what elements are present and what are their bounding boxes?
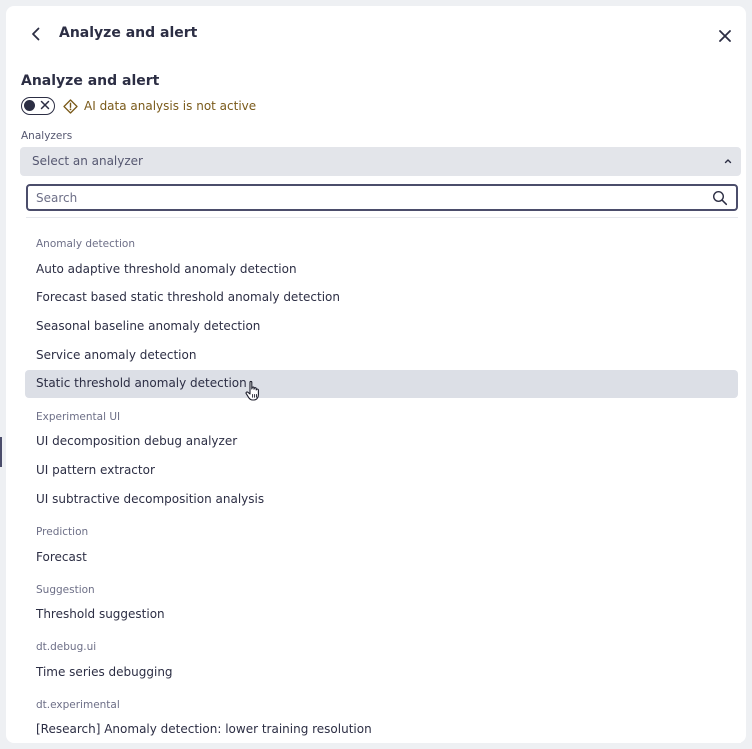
ai-analysis-toggle[interactable] bbox=[21, 97, 55, 115]
option-label: Forecast bbox=[36, 550, 87, 564]
search-input[interactable] bbox=[36, 189, 696, 207]
option-label: Seasonal baseline anomaly detection bbox=[36, 319, 261, 333]
toggle-off-x-icon bbox=[40, 100, 50, 110]
group-label-prediction: Prediction bbox=[36, 526, 89, 538]
group-label-anomaly-detection: Anomaly detection bbox=[36, 238, 135, 250]
option-label: UI decomposition debug analyzer bbox=[36, 434, 238, 448]
background-edge-marker bbox=[0, 437, 2, 467]
option-service-anomaly[interactable]: Service anomaly detection bbox=[25, 342, 738, 370]
group-label-dt-debug-ui: dt.debug.ui bbox=[36, 641, 97, 653]
search-icon bbox=[712, 190, 728, 206]
option-forecast[interactable]: Forecast bbox=[25, 544, 738, 572]
warning-diamond-icon bbox=[63, 98, 78, 114]
close-icon bbox=[719, 30, 731, 42]
analyzer-dropdown: Anomaly detection Auto adaptive threshol… bbox=[20, 177, 741, 743]
option-label: Static threshold anomaly detection bbox=[36, 376, 247, 390]
option-static-threshold[interactable]: Static threshold anomaly detection bbox=[25, 370, 738, 398]
option-label: Forecast based static threshold anomaly … bbox=[36, 290, 340, 304]
panel-title: Analyze and alert bbox=[59, 25, 198, 41]
analyze-alert-panel: Analyze and alert Analyze and alert AI d… bbox=[6, 6, 746, 743]
chevron-up-icon bbox=[724, 159, 732, 164]
group-label-dt-experimental: dt.experimental bbox=[36, 699, 120, 711]
divider bbox=[26, 217, 738, 218]
option-label: UI subtractive decomposition analysis bbox=[36, 492, 265, 506]
option-auto-adaptive-threshold[interactable]: Auto adaptive threshold anomaly detectio… bbox=[25, 256, 738, 284]
ai-status-text: AI data analysis is not active bbox=[84, 99, 257, 113]
analyzer-select[interactable]: Select an analyzer bbox=[20, 147, 741, 176]
option-ui-pattern-extractor[interactable]: UI pattern extractor bbox=[25, 457, 738, 485]
panel-header: Analyze and alert bbox=[6, 6, 746, 62]
analyzer-select-placeholder: Select an analyzer bbox=[32, 154, 143, 168]
option-seasonal-baseline[interactable]: Seasonal baseline anomaly detection bbox=[25, 313, 738, 341]
section-title: Analyze and alert bbox=[21, 73, 160, 89]
option-label: Auto adaptive threshold anomaly detectio… bbox=[36, 262, 297, 276]
search-box[interactable] bbox=[26, 184, 738, 211]
option-ui-subtractive-decomposition[interactable]: UI subtractive decomposition analysis bbox=[25, 486, 738, 514]
group-label-suggestion: Suggestion bbox=[36, 584, 95, 596]
option-forecast-static-threshold[interactable]: Forecast based static threshold anomaly … bbox=[25, 284, 738, 312]
close-button[interactable] bbox=[715, 26, 735, 46]
option-research-anomaly-lower-resolution[interactable]: [Research] Anomaly detection: lower trai… bbox=[25, 716, 738, 744]
back-button[interactable] bbox=[26, 24, 46, 44]
group-label-experimental-ui: Experimental UI bbox=[36, 411, 121, 423]
option-label: [Research] Anomaly detection: lower trai… bbox=[36, 722, 372, 736]
hand-pointer-icon bbox=[245, 380, 259, 401]
ai-status: AI data analysis is not active bbox=[63, 97, 256, 115]
option-label: Threshold suggestion bbox=[36, 607, 165, 621]
option-label: UI pattern extractor bbox=[36, 463, 155, 477]
option-label: Time series debugging bbox=[36, 665, 173, 679]
chevron-left-icon bbox=[32, 27, 40, 41]
option-ui-decomposition-debug[interactable]: UI decomposition debug analyzer bbox=[25, 428, 738, 456]
toggle-knob bbox=[24, 100, 35, 111]
option-threshold-suggestion[interactable]: Threshold suggestion bbox=[25, 601, 738, 629]
analyzers-label: Analyzers bbox=[21, 130, 73, 142]
option-time-series-debugging[interactable]: Time series debugging bbox=[25, 659, 738, 687]
option-label: Service anomaly detection bbox=[36, 348, 197, 362]
